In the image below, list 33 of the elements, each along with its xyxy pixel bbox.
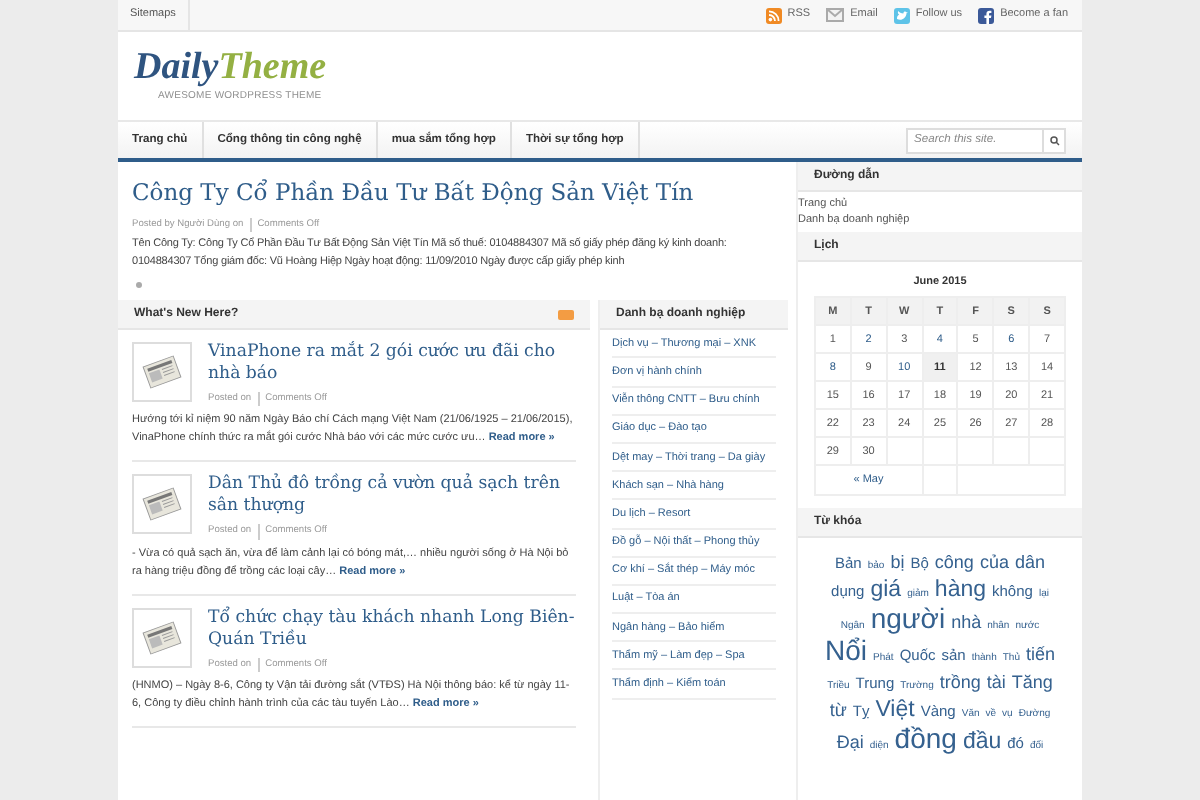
tag-link[interactable]: từ bbox=[829, 698, 847, 723]
tag-link[interactable]: bị bbox=[890, 550, 905, 575]
site-logo[interactable]: DailyTheme bbox=[134, 47, 1082, 86]
tag-link[interactable]: giá bbox=[870, 578, 902, 603]
tag-link[interactable]: Tăng bbox=[1011, 670, 1053, 695]
search-button[interactable] bbox=[1042, 127, 1066, 153]
tag-link[interactable]: tài bbox=[986, 670, 1006, 695]
tag-link[interactable]: Việt bbox=[875, 698, 915, 723]
article-title[interactable]: Tổ chức chạy tàu khách nhanh Long Biên-Quán Triều bbox=[208, 607, 576, 652]
tag-link[interactable]: Nổi bbox=[825, 638, 868, 663]
newspaper-icon bbox=[132, 607, 192, 668]
search-icon bbox=[1049, 135, 1059, 145]
tag-link[interactable]: người bbox=[870, 606, 946, 631]
tag-link[interactable]: trồng bbox=[939, 670, 981, 695]
tag-link[interactable]: nhà bbox=[951, 610, 982, 635]
tag-link[interactable]: công bbox=[934, 550, 974, 575]
article-title[interactable]: Dân Thủ đô trồng cả vườn quả sạch trên sân thượng bbox=[208, 474, 576, 519]
tag-link[interactable]: Đại bbox=[836, 730, 864, 755]
rss-icon bbox=[765, 7, 782, 23]
facebook-icon bbox=[978, 7, 995, 23]
tag-link[interactable]: hàng bbox=[934, 578, 987, 603]
tag-link[interactable]: dân bbox=[1014, 550, 1045, 575]
envelope-icon bbox=[826, 8, 845, 22]
tag-link[interactable]: của bbox=[979, 550, 1009, 575]
tag-link[interactable]: đầu bbox=[962, 730, 1002, 755]
newspaper-icon bbox=[132, 474, 192, 535]
post-title[interactable]: Công Ty Cổ Phần Đầu Tư Bất Động Sản Việt Tín bbox=[132, 170, 774, 214]
bird-icon bbox=[893, 7, 910, 23]
bullet-icon bbox=[136, 282, 142, 289]
newspaper-icon bbox=[132, 342, 192, 403]
tag-link[interactable]: tiến bbox=[1025, 642, 1055, 667]
tag-link[interactable]: đồng bbox=[894, 726, 957, 751]
article-title[interactable]: VinaPhone ra mắt 2 gói cước ưu đãi cho nhà báo bbox=[208, 342, 576, 387]
